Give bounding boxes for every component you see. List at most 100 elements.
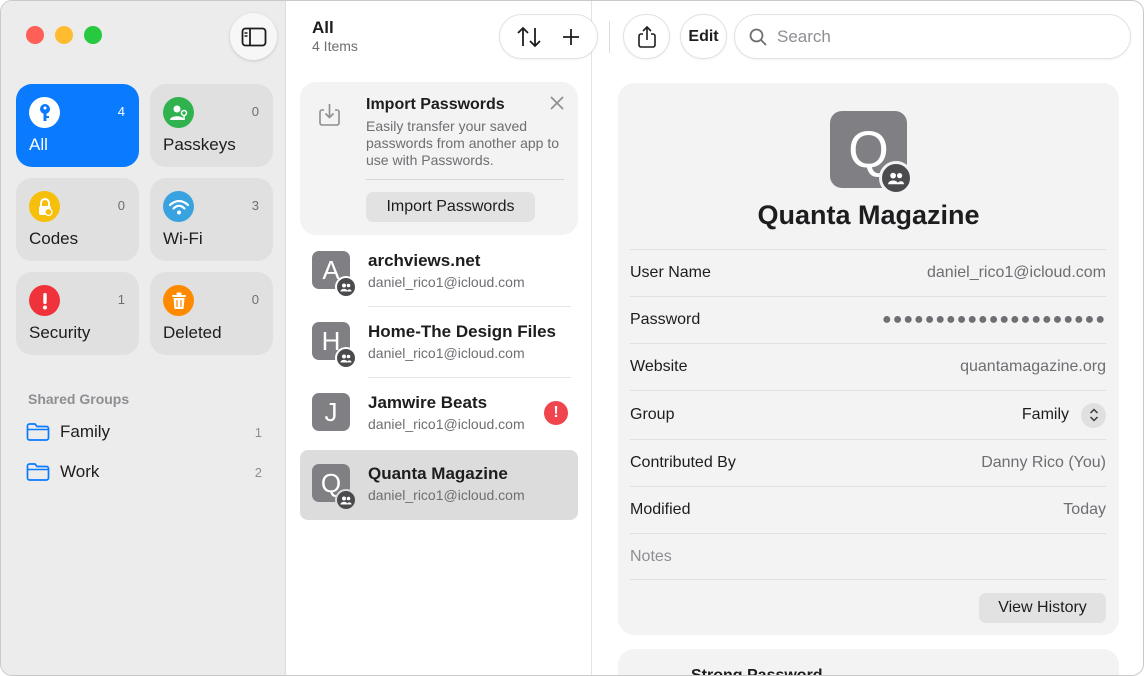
field-website[interactable]: Website quantamagazine.org [630,343,1106,390]
search-field[interactable]: Search [734,14,1131,59]
field-label: Website [630,358,688,375]
group-label: Family [60,422,111,441]
divider [366,179,564,180]
close-icon[interactable] [550,96,564,110]
import-passwords-button[interactable]: Import Passwords [366,192,535,222]
minimize-window-button[interactable] [55,26,73,44]
notes-placeholder: Notes [630,547,672,565]
sidebar-tile-all[interactable]: 4 All [16,84,139,167]
plus-icon[interactable] [561,27,581,47]
password-strength-card: Strong Password [618,649,1119,676]
entry-title: Home-The Design Files [368,322,556,341]
sidebar-icon [241,27,266,46]
folder-icon [26,463,50,481]
list-item[interactable]: J Jamwire Beats daniel_rico1@icloud.com … [300,379,578,449]
tile-count: 1 [117,292,125,307]
field-group: Group Family [630,390,1106,439]
wifi-icon [163,191,194,222]
tile-count: 3 [251,198,259,213]
tile-count: 0 [117,198,125,213]
tile-label: All [29,135,48,154]
field-password[interactable]: Password ●●●●●●●●●●●●●●●●●●●●● [630,296,1106,343]
chevron-up-down-icon [1081,402,1106,428]
shared-group-icon [335,347,357,369]
sort-icon[interactable] [516,26,542,48]
trash-icon [163,285,194,316]
group-count: 2 [254,464,262,480]
sidebar-group-work[interactable]: Work 2 [26,459,266,485]
share-button[interactable] [623,14,670,59]
exclamation-icon [29,285,60,316]
zoom-window-button[interactable] [84,26,102,44]
sidebar-toggle-button[interactable] [230,13,277,60]
entry-title: Quanta Magazine [368,464,508,483]
tile-count: 4 [117,104,125,119]
list-item-selected[interactable]: Q Quanta Magazine daniel_rico1@icloud.co… [300,450,578,520]
entry-title: Jamwire Beats [368,393,488,412]
detail-title: Quanta Magazine [757,200,980,230]
share-icon [637,25,656,48]
field-value: Danny Rico (You) [981,454,1106,471]
field-label: User Name [630,264,711,281]
search-placeholder: Search [777,26,831,46]
key-icon [29,97,60,128]
field-value: daniel_rico1@icloud.com [927,264,1106,281]
entry-username: daniel_rico1@icloud.com [368,487,525,503]
strong-password-heading: Strong Password [691,667,823,676]
entry-username: daniel_rico1@icloud.com [368,274,525,290]
sidebar-tile-deleted[interactable]: 0 Deleted [150,272,273,355]
list-item-count: 4 Items [312,38,358,54]
field-modified: Modified Today [630,486,1106,533]
group-count: 1 [254,424,262,440]
password-dots: ●●●●●●●●●●●●●●●●●●●●● [882,311,1106,328]
entry-username: daniel_rico1@icloud.com [368,345,525,361]
edit-button[interactable]: Edit [680,14,727,59]
import-passwords-card: Import Passwords Easily transfer your sa… [300,82,578,235]
search-icon [749,28,767,46]
field-username[interactable]: User Name daniel_rico1@icloud.com [630,249,1106,296]
sidebar-tile-wifi[interactable]: 3 Wi-Fi [150,178,273,261]
shared-groups-heading: Shared Groups [28,391,130,407]
toolbar-separator [609,21,610,53]
list-item[interactable]: A archviews.net daniel_rico1@icloud.com [300,237,578,307]
divider [368,306,571,307]
tile-label: Security [29,323,91,342]
sidebar-tile-codes[interactable]: 0 Codes [16,178,139,261]
shared-group-icon [335,489,357,511]
entry-title: archviews.net [368,251,481,270]
sidebar: 4 All 0 Passkeys 0 Codes 3 Wi-Fi 1 Secur… [1,1,286,675]
divider [368,377,571,378]
field-contributed-by: Contributed By Danny Rico (You) [630,439,1106,486]
list-title: All [312,18,334,37]
import-card-title: Import Passwords [366,96,505,113]
close-window-button[interactable] [26,26,44,44]
import-tray-icon [319,104,340,126]
field-label: Group [630,406,675,423]
tile-label: Codes [29,229,79,248]
lock-clock-icon [29,191,60,222]
sidebar-tile-security[interactable]: 1 Security [16,272,139,355]
entry-username: daniel_rico1@icloud.com [368,416,525,432]
avatar: J [312,393,350,431]
field-label: Modified [630,501,691,518]
field-value: quantamagazine.org [960,358,1106,375]
field-label: Contributed By [630,454,736,471]
tile-label: Wi-Fi [163,229,203,248]
sidebar-tile-passkeys[interactable]: 0 Passkeys [150,84,273,167]
sidebar-group-family[interactable]: Family 1 [26,419,266,445]
field-label: Password [630,311,701,328]
tile-count: 0 [251,104,259,119]
tile-count: 0 [251,292,259,307]
password-list: All 4 Items Import Passwords Easily tran… [287,1,592,675]
view-history-button[interactable]: View History [979,593,1106,623]
import-card-description: Easily transfer your saved passwords fro… [366,118,559,168]
shared-group-icon [879,161,913,195]
field-value: Family [1021,406,1069,423]
passwords-window: 4 All 0 Passkeys 0 Codes 3 Wi-Fi 1 Secur… [0,0,1144,676]
field-value: Today [1063,501,1106,518]
group-popup[interactable]: Family [1021,402,1106,428]
sort-add-group [499,14,598,59]
shared-group-icon [335,276,357,298]
list-item[interactable]: H Home-The Design Files daniel_rico1@icl… [300,308,578,378]
field-notes[interactable]: Notes [630,533,1106,580]
